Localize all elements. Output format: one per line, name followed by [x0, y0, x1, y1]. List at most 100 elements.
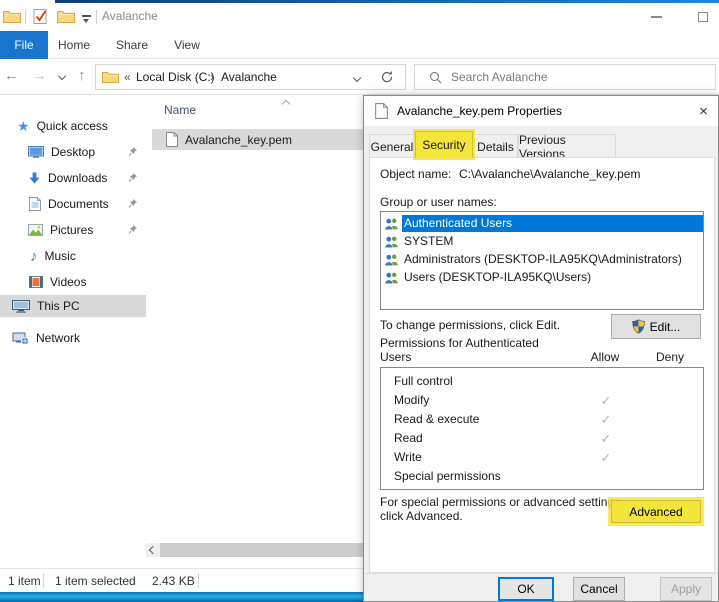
divider [43, 573, 44, 588]
sidebar-item-videos[interactable]: Videos [0, 271, 146, 293]
folder-icon[interactable] [3, 10, 21, 24]
tab-home[interactable]: Home [52, 31, 96, 59]
permission-row-write: Write ✓ [381, 448, 703, 467]
refresh-icon[interactable] [380, 70, 394, 84]
search-box[interactable] [414, 64, 716, 90]
edit-button[interactable]: Edit... [611, 314, 701, 339]
group-row-system[interactable]: SYSTEM [381, 232, 703, 250]
tab-previous-versions[interactable]: Previous Versions [518, 134, 616, 158]
group-name: Authenticated Users [402, 215, 703, 232]
breadcrumb-disk[interactable]: Local Disk (C:) [136, 70, 215, 84]
sidebar-item-this-pc[interactable]: This PC [0, 295, 146, 317]
allow-column-header: Allow [585, 350, 625, 364]
crumb-separator: › [210, 70, 214, 84]
chevron-left-icon [149, 546, 157, 554]
permission-row-full-control: Full control [381, 372, 703, 391]
breadcrumb-folder[interactable]: Avalanche [221, 70, 277, 84]
folder-icon[interactable] [57, 10, 75, 24]
back-icon[interactable]: ← [4, 67, 19, 85]
maximize-button[interactable] [687, 3, 719, 30]
apply-button[interactable]: Apply [660, 577, 712, 601]
search-input[interactable] [451, 65, 711, 89]
crumb-prefix: « [124, 70, 131, 84]
sidebar-item-downloads[interactable]: Downloads [0, 167, 146, 189]
sort-ascending-chevron-icon [282, 100, 290, 108]
permission-name: Modify [394, 393, 429, 407]
permissions-listbox[interactable]: Full control Modify ✓ Read & execute ✓ R… [380, 367, 704, 490]
file-name: Avalanche_key.pem [185, 133, 292, 147]
sidebar-item-desktop[interactable]: Desktop [0, 141, 146, 163]
sidebar-item-documents[interactable]: Documents [0, 193, 146, 215]
users-icon [384, 271, 399, 284]
dialog-title: Avalanche_key.pem Properties [397, 104, 562, 118]
group-row-authenticated-users[interactable]: Authenticated Users [381, 214, 703, 232]
advanced-button-label: Advanced [629, 505, 682, 519]
sidebar-item-label: Desktop [51, 145, 95, 159]
permission-name: Read [394, 431, 423, 445]
sidebar-item-pictures[interactable]: Pictures [0, 219, 146, 241]
group-name: Users (DESKTOP-ILA95KQ\Users) [402, 269, 703, 286]
title-bar: Avalanche [0, 3, 719, 31]
scrollbar-thumb[interactable] [160, 543, 363, 557]
maximize-icon [698, 12, 708, 22]
sidebar-item-quick-access[interactable]: ★ Quick access [0, 115, 146, 137]
recent-locations-chevron-icon[interactable] [58, 72, 66, 80]
this-pc-icon [12, 300, 30, 313]
forward-icon[interactable]: → [32, 67, 47, 85]
users-icon [384, 235, 399, 248]
music-note-icon: ♪ [30, 249, 38, 264]
permissions-label-line1: Permissions for Authenticated [380, 336, 539, 350]
divider [364, 573, 718, 574]
sidebar-item-music[interactable]: ♪ Music [0, 245, 146, 267]
column-header-name[interactable]: Name [152, 99, 363, 123]
permission-name: Write [394, 450, 422, 464]
tab-security[interactable]: Security [415, 131, 473, 158]
permissions-label-line2: Users [380, 350, 411, 364]
ok-button[interactable]: OK [498, 577, 554, 601]
minimize-button[interactable] [640, 3, 672, 30]
sidebar-item-network[interactable]: Network [0, 327, 146, 349]
permission-name: Special permissions [394, 469, 501, 483]
customize-toolbar-chevron-icon[interactable] [82, 15, 92, 24]
tab-share[interactable]: Share [110, 31, 154, 59]
address-dropdown-chevron-icon[interactable] [353, 74, 361, 82]
close-icon[interactable]: × [689, 96, 718, 126]
tab-general[interactable]: General [369, 134, 415, 158]
tab-file[interactable]: File [0, 31, 48, 59]
sidebar-item-label: Downloads [48, 171, 107, 185]
file-row[interactable]: Avalanche_key.pem [152, 129, 363, 150]
videos-icon [29, 276, 43, 288]
scroll-left-button[interactable] [146, 543, 160, 557]
properties-shortcut-icon[interactable] [33, 8, 48, 25]
window-title: Avalanche [102, 9, 158, 23]
permission-row-modify: Modify ✓ [381, 391, 703, 410]
divider [198, 573, 199, 588]
permission-row-read-execute: Read & execute ✓ [381, 410, 703, 429]
horizontal-scrollbar[interactable] [146, 543, 363, 557]
allow-checkmark: ✓ [586, 429, 626, 448]
up-icon[interactable]: ↑ [78, 67, 86, 85]
tab-details[interactable]: Details [473, 134, 518, 158]
object-name-value: C:\Avalanche\Avalanche_key.pem [459, 167, 640, 181]
tab-view[interactable]: View [166, 31, 208, 59]
selection-size: 2.43 KB [152, 574, 195, 588]
permission-name: Read & execute [394, 412, 479, 426]
properties-dialog: Avalanche_key.pem Properties × General S… [363, 95, 719, 602]
cancel-button[interactable]: Cancel [573, 577, 625, 601]
document-icon [29, 197, 41, 211]
apply-button-label: Apply [671, 582, 701, 596]
ok-button-label: OK [517, 582, 534, 596]
group-row-users[interactable]: Users (DESKTOP-ILA95KQ\Users) [381, 268, 703, 286]
advanced-button[interactable]: Advanced [611, 500, 701, 523]
advanced-hint-line1: For special permissions or advanced sett… [380, 495, 623, 509]
group-names-listbox[interactable]: Authenticated Users SYSTEM Administrator… [380, 211, 704, 310]
sidebar-item-label: Documents [48, 197, 109, 211]
permission-name: Full control [394, 374, 453, 388]
sidebar-item-label: Pictures [50, 223, 93, 237]
pin-icon [128, 224, 138, 235]
address-bar[interactable]: « Local Disk (C:) › Avalanche [95, 64, 406, 90]
group-row-administrators[interactable]: Administrators (DESKTOP-ILA95KQ\Administ… [381, 250, 703, 268]
folder-icon [102, 71, 119, 84]
pictures-icon [28, 224, 43, 236]
sidebar-item-label: Music [45, 249, 76, 263]
